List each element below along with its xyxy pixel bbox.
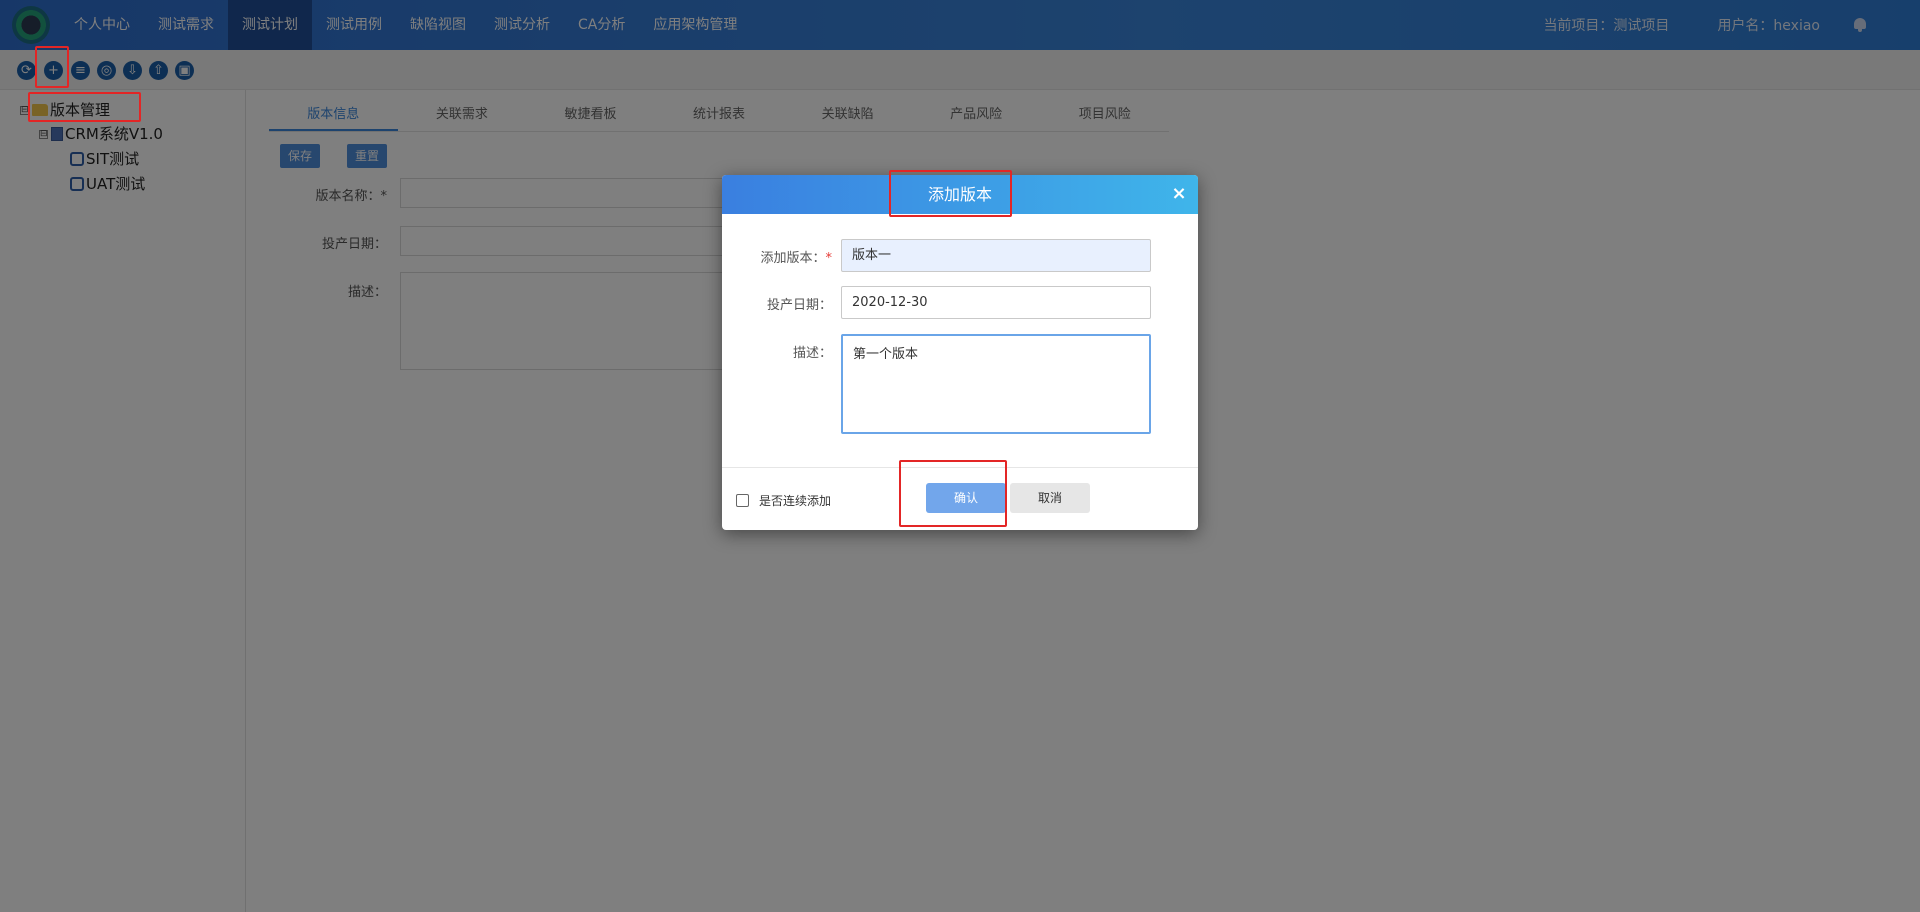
highlight-confirm-button <box>899 460 1007 527</box>
description-textarea[interactable]: 第一个版本 <box>841 334 1151 434</box>
version-name-input[interactable]: 版本一 <box>841 239 1151 272</box>
release-date-label: 投产日期： <box>766 298 832 313</box>
description-label: 描述： <box>792 346 832 361</box>
release-date-input[interactable]: 2020-12-30 <box>841 286 1151 319</box>
close-icon[interactable]: × <box>1170 183 1188 205</box>
highlight-dialog-title <box>889 170 1012 217</box>
continuous-add-label: 是否连续添加 <box>759 494 832 508</box>
cancel-button[interactable]: 取消 <box>1010 483 1090 513</box>
highlight-add-button <box>35 46 69 88</box>
highlight-version-management <box>28 92 141 122</box>
add-version-label: 添加版本：* <box>760 251 832 266</box>
continuous-add-checkbox[interactable] <box>736 494 749 507</box>
